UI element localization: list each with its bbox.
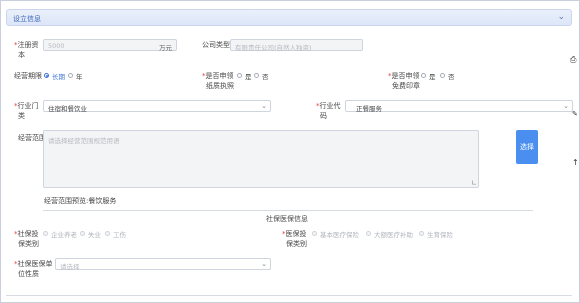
- license-paper-option-no[interactable]: 否: [262, 71, 269, 81]
- pension-option-unemployment[interactable]: 失业: [88, 229, 101, 239]
- license-paper-option-yes[interactable]: 是: [245, 71, 252, 81]
- social-security-section-title: 社保医保信息: [266, 215, 308, 223]
- registered-capital-input[interactable]: 5000 万元: [43, 39, 177, 52]
- business-scope-preview: 经营范围预览:餐饮服务: [44, 197, 117, 205]
- industry-category-value: 住宿和餐饮业: [48, 105, 87, 113]
- industry-category-select[interactable]: 住宿和餐饮业 ⌄: [43, 100, 271, 113]
- unit-type-placeholder: 请选择: [60, 263, 80, 271]
- company-type-label: 公司类型: [202, 41, 230, 49]
- registered-capital-unit: 万元: [159, 44, 172, 52]
- registered-capital-value: 5000: [48, 42, 65, 50]
- medical-checkbox-large[interactable]: [366, 231, 371, 236]
- registered-capital-label: *注册资: [14, 41, 39, 49]
- operating-period-radio-year[interactable]: [68, 73, 73, 78]
- business-scope-textarea[interactable]: 请选择经营范围规范用语 ∟: [43, 130, 479, 188]
- pension-checkbox-unemployment[interactable]: [80, 231, 85, 236]
- choose-scope-button[interactable]: 选择: [516, 130, 538, 164]
- company-type-input[interactable]: 有限责任公司(自然人独资): [230, 39, 363, 52]
- unit-type-select[interactable]: 请选择 ⌄: [55, 258, 271, 271]
- divider: [43, 210, 533, 211]
- printer-icon[interactable]: ⎙: [570, 55, 576, 65]
- registered-capital-label-2: 本: [18, 51, 25, 59]
- pension-option-enterprise[interactable]: 企业养老: [51, 229, 77, 239]
- section-title: 设立信息: [13, 15, 41, 23]
- seal-radio-yes[interactable]: [421, 73, 426, 78]
- chevron-down-icon: ⌄: [261, 102, 267, 110]
- license-paper-label-2: 纸质执照: [206, 82, 234, 90]
- operating-period-radio-long[interactable]: [44, 73, 49, 78]
- arrow-up-icon[interactable]: ↑: [572, 158, 579, 167]
- seal-option-no[interactable]: 否: [448, 71, 455, 81]
- license-paper-radio-no[interactable]: [254, 73, 259, 78]
- seal-label: *是否申领: [388, 72, 420, 80]
- pension-type-label-2: 保类别: [18, 240, 39, 248]
- medical-type-label: *医保投: [282, 230, 307, 238]
- unit-type-label-2: 位性质: [18, 270, 39, 278]
- medical-checkbox-basic[interactable]: [312, 231, 317, 236]
- business-scope-label: 经营范围: [18, 134, 46, 142]
- industry-category-label: *行业门: [14, 102, 39, 110]
- medical-option-maternity[interactable]: 生育保险: [427, 229, 453, 239]
- unit-type-label: *社保医保单: [14, 260, 53, 268]
- pen-icon[interactable]: ✎: [572, 110, 578, 118]
- company-type-value: 有限责任公司(自然人独资): [235, 44, 312, 52]
- seal-option-yes[interactable]: 是: [429, 71, 436, 81]
- operating-period-option-long[interactable]: 长期: [52, 71, 65, 81]
- operating-period-label: 经营期限: [14, 72, 42, 80]
- chevron-down-icon: ⌄: [563, 102, 569, 110]
- business-scope-placeholder: 请选择经营范围规范用语: [48, 137, 120, 145]
- industry-code-label-2: 码: [320, 112, 327, 120]
- section-header[interactable]: 设立信息 ⌄: [6, 9, 572, 26]
- chevron-down-icon[interactable]: ⌄: [557, 12, 565, 22]
- industry-code-value: 正餐服务: [356, 105, 382, 113]
- pension-option-injury[interactable]: 工伤: [113, 229, 126, 239]
- medical-option-basic[interactable]: 基本医疗保险: [320, 229, 359, 239]
- industry-category-label-2: 类: [18, 112, 25, 120]
- bottom-divider: [6, 295, 572, 296]
- pension-type-label: *社保投: [14, 230, 39, 238]
- license-paper-label: *是否申领: [202, 72, 234, 80]
- license-paper-radio-yes[interactable]: [237, 73, 242, 78]
- medical-type-label-2: 保类别: [286, 240, 307, 248]
- pension-checkbox-enterprise[interactable]: [43, 231, 48, 236]
- industry-code-select[interactable]: 正餐服务 ⌄: [345, 100, 573, 113]
- chevron-down-icon: ⌄: [261, 260, 267, 268]
- medical-checkbox-maternity[interactable]: [419, 231, 424, 236]
- seal-radio-no[interactable]: [440, 73, 445, 78]
- resize-handle-icon[interactable]: ∟: [471, 179, 477, 187]
- seal-label-2: 免费印章: [392, 82, 420, 90]
- form-panel: 设立信息 ⌄ *注册资 本 5000 万元 公司类型 有限责任公司(自然人独资)…: [0, 0, 580, 303]
- medical-option-large[interactable]: 大额医疗补助: [374, 229, 413, 239]
- industry-code-label: *行业代: [316, 102, 341, 110]
- operating-period-option-year[interactable]: 年: [76, 71, 83, 81]
- pension-checkbox-injury[interactable]: [105, 231, 110, 236]
